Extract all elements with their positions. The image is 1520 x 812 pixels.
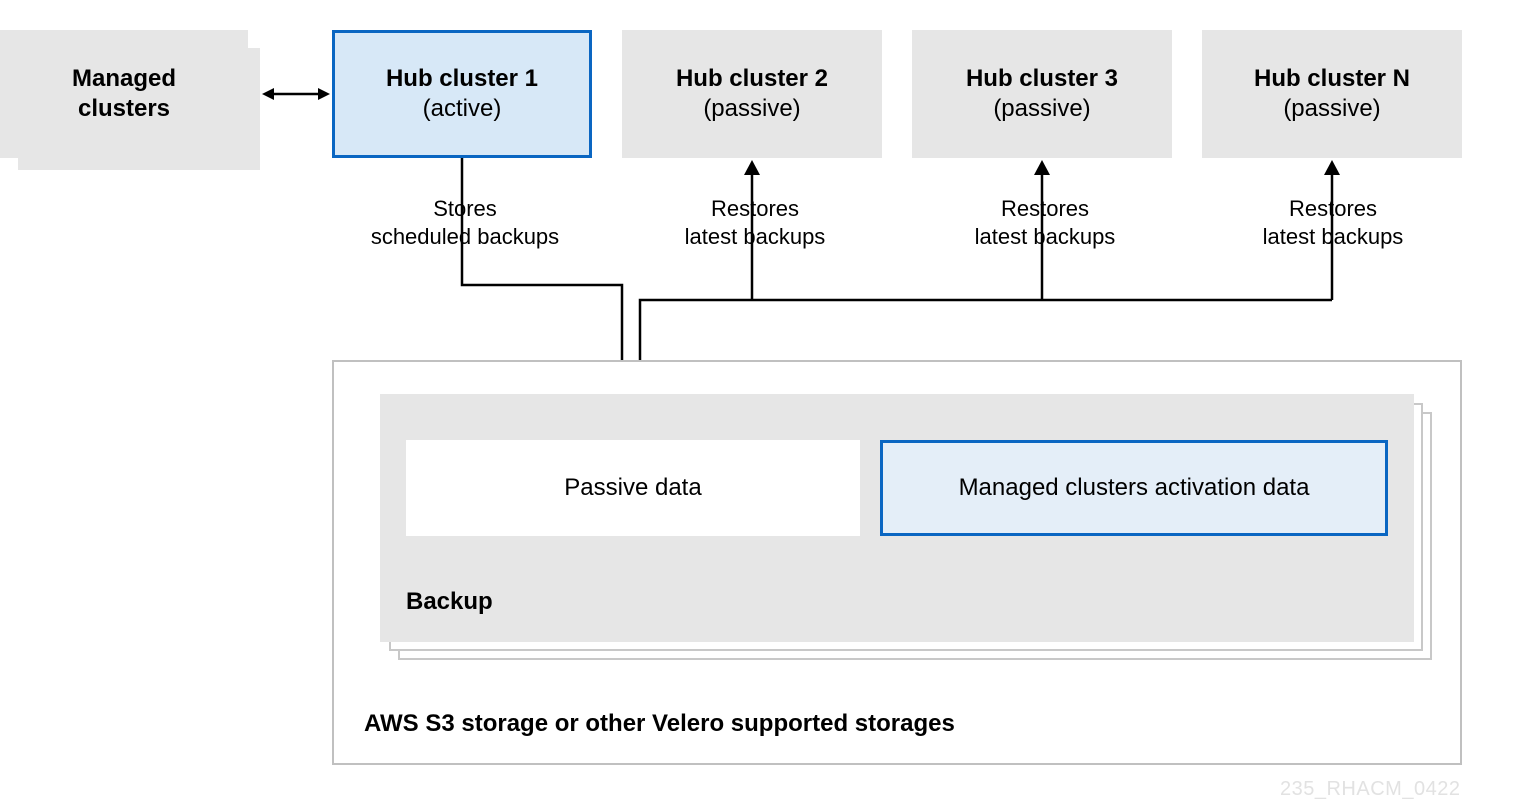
storage-caption: AWS S3 storage or other Velero supported… [364, 710, 955, 738]
backup-label: Backup [406, 588, 493, 616]
activation-data-box: Managed clusters activation data [880, 440, 1388, 536]
passive-data-box: Passive data [406, 440, 860, 536]
watermark: 235_RHACM_0422 [1280, 778, 1460, 801]
passive-data-label: Passive data [564, 474, 701, 502]
activation-data-label: Managed clusters activation data [959, 474, 1310, 502]
